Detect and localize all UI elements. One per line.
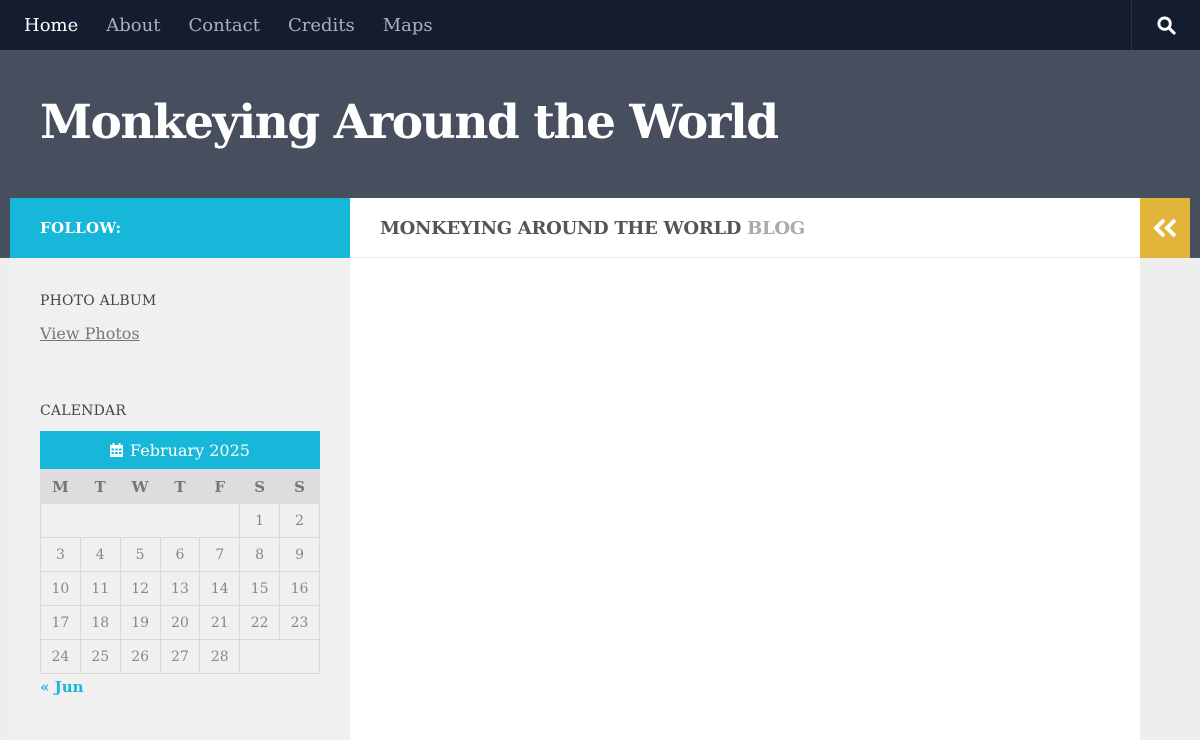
calendar-table: M T W T F S S 1 2 3 4 5 6 7 8 9 10 11 12 13 14 15 16 17 1… [39,469,320,674]
weekday-header: F [199,469,241,504]
calendar-pad [39,503,241,538]
calendar-day: 12 [119,571,161,606]
calendar-day: 18 [79,605,121,640]
calendar-body: 1 2 3 4 5 6 7 8 9 10 11 12 13 14 15 16 17 18 19 20 21 22 23 24 2… [39,503,320,674]
calendar-day: 1 [239,503,281,538]
weekday-header: S [279,469,320,504]
calendar-pad [239,639,320,674]
page-title: MONKEYING AROUND THE WORLD BLOG [380,218,805,239]
double-chevron-left-icon [1153,218,1177,238]
page-title-bar: MONKEYING AROUND THE WORLD BLOG [350,198,1140,258]
calendar-day: 3 [40,537,81,572]
page-title-main: MONKEYING AROUND THE WORLD [380,218,742,239]
calendar-day: 9 [279,537,320,572]
calendar-icon [110,443,124,457]
nav-menu: Home About Contact Credits Maps [24,0,461,50]
search-icon [1156,15,1176,35]
main-content: MONKEYING AROUND THE WORLD BLOG [350,198,1140,740]
calendar-day: 26 [119,639,161,674]
nav-item-contact[interactable]: Contact [188,15,259,36]
calendar-day: 13 [159,571,201,606]
search-button[interactable] [1131,0,1200,50]
calendar-day: 25 [79,639,121,674]
follow-bar: FOLLOW: [10,198,350,258]
calendar-week-row: 17 18 19 20 21 22 23 [40,605,320,640]
calendar-day: 20 [159,605,201,640]
calendar-prev-link[interactable]: « Jun [40,678,84,696]
weekday-header: T [79,469,121,504]
calendar-day: 17 [40,605,81,640]
nav-item-home[interactable]: Home [24,15,78,36]
calendar-day: 23 [279,605,320,640]
site-title[interactable]: Monkeying Around the World [40,95,779,150]
photo-album-title: PHOTO ALBUM [40,293,157,309]
calendar-day: 14 [199,571,241,606]
calendar-caption: February 2025 [40,431,320,469]
calendar-day: 19 [119,605,161,640]
sidebar-toggle-button[interactable] [1140,198,1190,258]
calendar-day: 16 [279,571,320,606]
calendar-month: February 2025 [130,440,250,460]
page-title-suffix: BLOG [747,218,805,239]
nav-item-about[interactable]: About [106,15,160,36]
calendar-week-row: 12 [39,503,320,538]
calendar-day: 7 [199,537,241,572]
calendar-day: 21 [199,605,241,640]
calendar-day: 2 [279,503,320,538]
weekday-header: S [239,469,281,504]
sidebar: PHOTO ALBUM View Photos CALENDAR Februar… [10,258,350,740]
calendar-day: 5 [119,537,161,572]
calendar-day: 15 [239,571,281,606]
calendar-weekday-row: M T W T F S S [40,469,320,504]
calendar-day: 24 [40,639,81,674]
top-nav: Home About Contact Credits Maps [0,0,1200,50]
calendar-day: 27 [159,639,201,674]
weekday-header: M [40,469,81,504]
calendar-day: 22 [239,605,281,640]
calendar-day: 11 [79,571,121,606]
follow-label: FOLLOW: [40,219,122,237]
calendar-day: 8 [239,537,281,572]
calendar-week-row: 3456789 [40,537,320,572]
nav-item-maps[interactable]: Maps [383,15,433,36]
view-photos-link[interactable]: View Photos [40,324,140,343]
calendar-title: CALENDAR [40,403,127,419]
weekday-header: W [119,469,161,504]
calendar-day: 6 [159,537,201,572]
calendar-widget: February 2025 M T W T F S S 1 2 3 4 5 6 7 8 9 10 1… [39,431,320,674]
calendar-day: 28 [199,639,241,674]
calendar-day: 10 [40,571,81,606]
weekday-header: T [159,469,201,504]
calendar-week-row: 24 25 26 27 28 [40,639,320,674]
calendar-day: 4 [79,537,121,572]
nav-item-credits[interactable]: Credits [288,15,355,36]
calendar-week-row: 10 11 12 13 14 15 16 [40,571,320,606]
